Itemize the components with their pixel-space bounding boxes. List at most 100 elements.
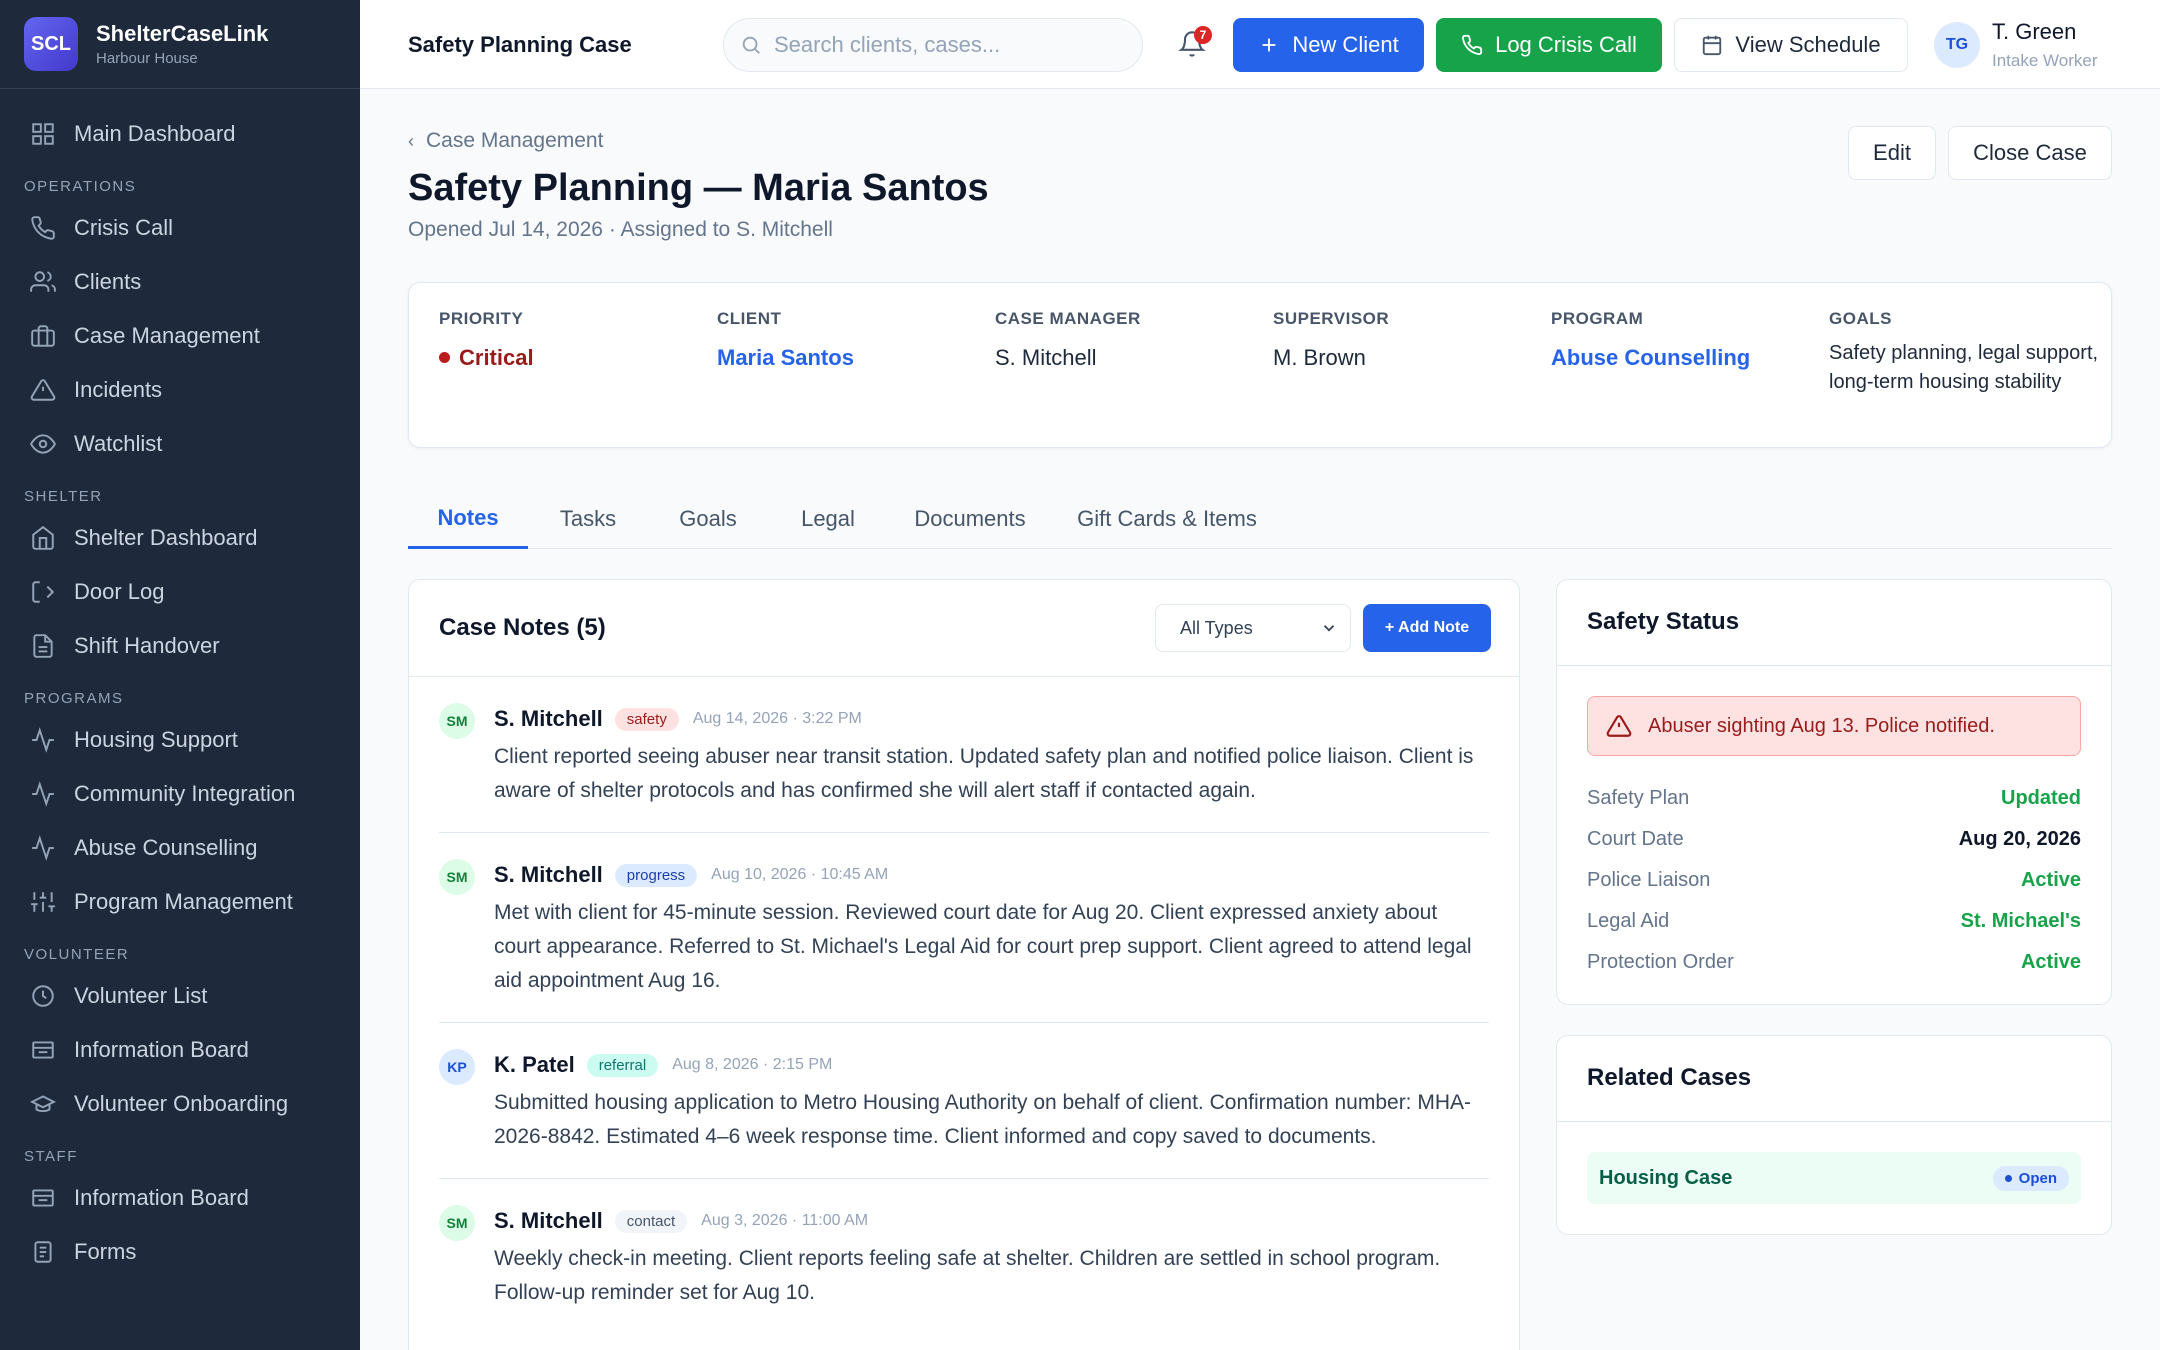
sidebar-item-abuse-counselling[interactable]: Abuse Counselling bbox=[0, 821, 360, 875]
sidebar-item-shelter-dashboard[interactable]: Shelter Dashboard bbox=[0, 511, 360, 565]
tab-tasks[interactable]: Tasks bbox=[528, 489, 648, 549]
page-subtitle: Opened Jul 14, 2026 · Assigned to S. Mit… bbox=[408, 218, 833, 241]
status-badge: Open bbox=[1992, 1165, 2069, 1191]
note-type-select[interactable]: All Types bbox=[1155, 604, 1351, 652]
priority-value: Critical bbox=[439, 343, 679, 372]
sidebar-section-shelter: SHELTER bbox=[24, 488, 103, 505]
client-label: CLIENT bbox=[717, 309, 782, 328]
sidebar-item-label: Main Dashboard bbox=[74, 121, 236, 146]
note-author: K. Patel bbox=[494, 1052, 575, 1077]
stat-row-legal-aid: Legal Aid St. Michael's bbox=[1587, 906, 2081, 936]
tab-legal[interactable]: Legal bbox=[768, 489, 888, 549]
sidebar-section-programs: PROGRAMS bbox=[24, 690, 124, 707]
sidebar-item-main-dashboard[interactable]: Main Dashboard bbox=[0, 107, 360, 161]
avatar[interactable]: TG bbox=[1934, 22, 1980, 68]
sidebar-item-label: Clients bbox=[74, 269, 142, 294]
stat-row-police-liaison: Police Liaison Active bbox=[1587, 865, 2081, 895]
sidebar-item-information-board[interactable]: Information Board bbox=[0, 1023, 360, 1077]
sidebar-item-volunteer-list[interactable]: Volunteer List bbox=[0, 969, 360, 1023]
notifications-button[interactable]: 7 bbox=[1178, 26, 1212, 60]
sidebar-item-door-log[interactable]: Door Log bbox=[0, 565, 360, 619]
program-link[interactable]: Abuse Counselling bbox=[1551, 343, 1791, 372]
topbar: Safety Planning Case 7 New Client Log Cr… bbox=[360, 0, 2160, 89]
note-tag: progress bbox=[614, 863, 698, 887]
sidebar-item-crisis-call[interactable]: Crisis Call bbox=[0, 201, 360, 255]
note-date: Aug 10, 2026 · 10:45 AM bbox=[711, 866, 889, 883]
stat-label: Legal Aid bbox=[1587, 909, 1670, 932]
breadcrumb[interactable]: ‹ Case Management bbox=[408, 129, 603, 153]
search-box[interactable] bbox=[723, 18, 1143, 72]
phone-icon bbox=[1462, 34, 1483, 55]
supervisor-label: SUPERVISOR bbox=[1273, 309, 1390, 328]
log-crisis-call-button[interactable]: Log Crisis Call bbox=[1436, 18, 1662, 72]
close-case-button[interactable]: Close Case bbox=[1948, 126, 2112, 180]
clock-icon bbox=[32, 985, 54, 1007]
note-text: Weekly check-in meeting. Client reports … bbox=[494, 1247, 1441, 1304]
tab-notes[interactable]: Notes bbox=[408, 489, 528, 549]
sidebar-item-case-management[interactable]: Case Management bbox=[0, 309, 360, 363]
note-type-value: All Types bbox=[1180, 617, 1253, 638]
note-item: SM S. Mitchell progress Aug 10, 2026 · 1… bbox=[439, 833, 1489, 1023]
stat-value: Active bbox=[2020, 868, 2081, 891]
brand-logo: SCL bbox=[24, 17, 78, 71]
view-schedule-button[interactable]: View Schedule bbox=[1674, 18, 1908, 72]
sidebar-item-program-management[interactable]: Program Management bbox=[0, 875, 360, 929]
sidebar-item-volunteer-onboarding[interactable]: Volunteer Onboarding bbox=[0, 1077, 360, 1131]
note-text: Met with client for 45-minute session. R… bbox=[494, 901, 1472, 992]
note-avatar: SM bbox=[439, 859, 475, 895]
related-case-name: Housing Case bbox=[1599, 1166, 1733, 1189]
note-text: Submitted housing application to Metro H… bbox=[494, 1091, 1472, 1148]
note-author: S. Mitchell bbox=[494, 1208, 603, 1233]
sidebar-item-label: Abuse Counselling bbox=[74, 835, 258, 860]
sidebar-item-clients[interactable]: Clients bbox=[0, 255, 360, 309]
case-manager-field: CASE MANAGER S. Mitchell bbox=[995, 309, 1235, 372]
tab-documents[interactable]: Documents bbox=[888, 489, 1052, 549]
sidebar-item-housing-support[interactable]: Housing Support bbox=[0, 713, 360, 767]
add-note-button[interactable]: + Add Note bbox=[1363, 604, 1491, 652]
search-icon bbox=[742, 36, 760, 54]
new-client-label: New Client bbox=[1292, 32, 1399, 57]
sidebar-item-watchlist[interactable]: Watchlist bbox=[0, 417, 360, 471]
sidebar-item-label: Incidents bbox=[74, 377, 163, 402]
case-notes-header: Case Notes (5) All Types + Add Note bbox=[409, 580, 1519, 677]
sidebar-section-volunteer: VOLUNTEER bbox=[24, 946, 130, 963]
new-client-button[interactable]: New Client bbox=[1233, 18, 1424, 72]
note-avatar: KP bbox=[439, 1049, 475, 1085]
sidebar-section-staff: STAFF bbox=[24, 1148, 78, 1165]
board-icon bbox=[32, 1041, 54, 1059]
sidebar-item-label: Volunteer Onboarding bbox=[74, 1091, 289, 1116]
tab-gift-cards-items[interactable]: Gift Cards & Items bbox=[1052, 489, 1282, 549]
related-cases-card: Related Cases Housing Case Open bbox=[1556, 1035, 2112, 1235]
sidebar-item-label: Shift Handover bbox=[74, 633, 220, 658]
sidebar-item-incidents[interactable]: Incidents bbox=[0, 363, 360, 417]
sidebar-item-staff-information-board[interactable]: Information Board bbox=[0, 1171, 360, 1225]
breadcrumb-label: Case Management bbox=[426, 129, 604, 152]
stat-row-protection-order: Protection Order Active bbox=[1587, 947, 2081, 977]
plus-icon bbox=[1262, 38, 1276, 52]
sidebar-item-community-integration[interactable]: Community Integration bbox=[0, 767, 360, 821]
sidebar-item-forms[interactable]: Forms bbox=[0, 1225, 360, 1279]
tab-goals[interactable]: Goals bbox=[648, 489, 768, 549]
program-label: PROGRAM bbox=[1551, 309, 1644, 328]
search-input[interactable] bbox=[774, 32, 1114, 58]
case-info-card: PRIORITY Critical CLIENT Maria Santos CA… bbox=[408, 282, 2112, 448]
user-name: T. Green bbox=[1992, 19, 2077, 44]
calendar-icon bbox=[1703, 35, 1722, 56]
client-link[interactable]: Maria Santos bbox=[717, 343, 957, 372]
home-icon bbox=[32, 525, 54, 550]
sidebar-item-label: Volunteer List bbox=[74, 983, 208, 1008]
sidebar-item-shift-handover[interactable]: Shift Handover bbox=[0, 619, 360, 673]
edit-button[interactable]: Edit bbox=[1848, 126, 1936, 180]
chevron-left-icon: ‹ bbox=[408, 130, 414, 151]
notification-count-badge: 7 bbox=[1194, 26, 1212, 44]
note-tag: referral bbox=[586, 1053, 659, 1077]
note-text: Client reported seeing abuser near trans… bbox=[494, 745, 1474, 802]
stat-value: Aug 20, 2026 bbox=[1958, 827, 2081, 850]
client-field: CLIENT Maria Santos bbox=[717, 309, 957, 372]
warning-icon bbox=[1606, 715, 1632, 737]
note-avatar: SM bbox=[439, 1205, 475, 1241]
goals-value: Safety planning, legal support, long-ter… bbox=[1829, 342, 2099, 393]
sidebar: SCL ShelterCaseLink Harbour House Main D… bbox=[0, 0, 360, 1350]
related-case-item[interactable]: Housing Case Open bbox=[1587, 1152, 2081, 1204]
stat-value: Active bbox=[2020, 950, 2081, 973]
